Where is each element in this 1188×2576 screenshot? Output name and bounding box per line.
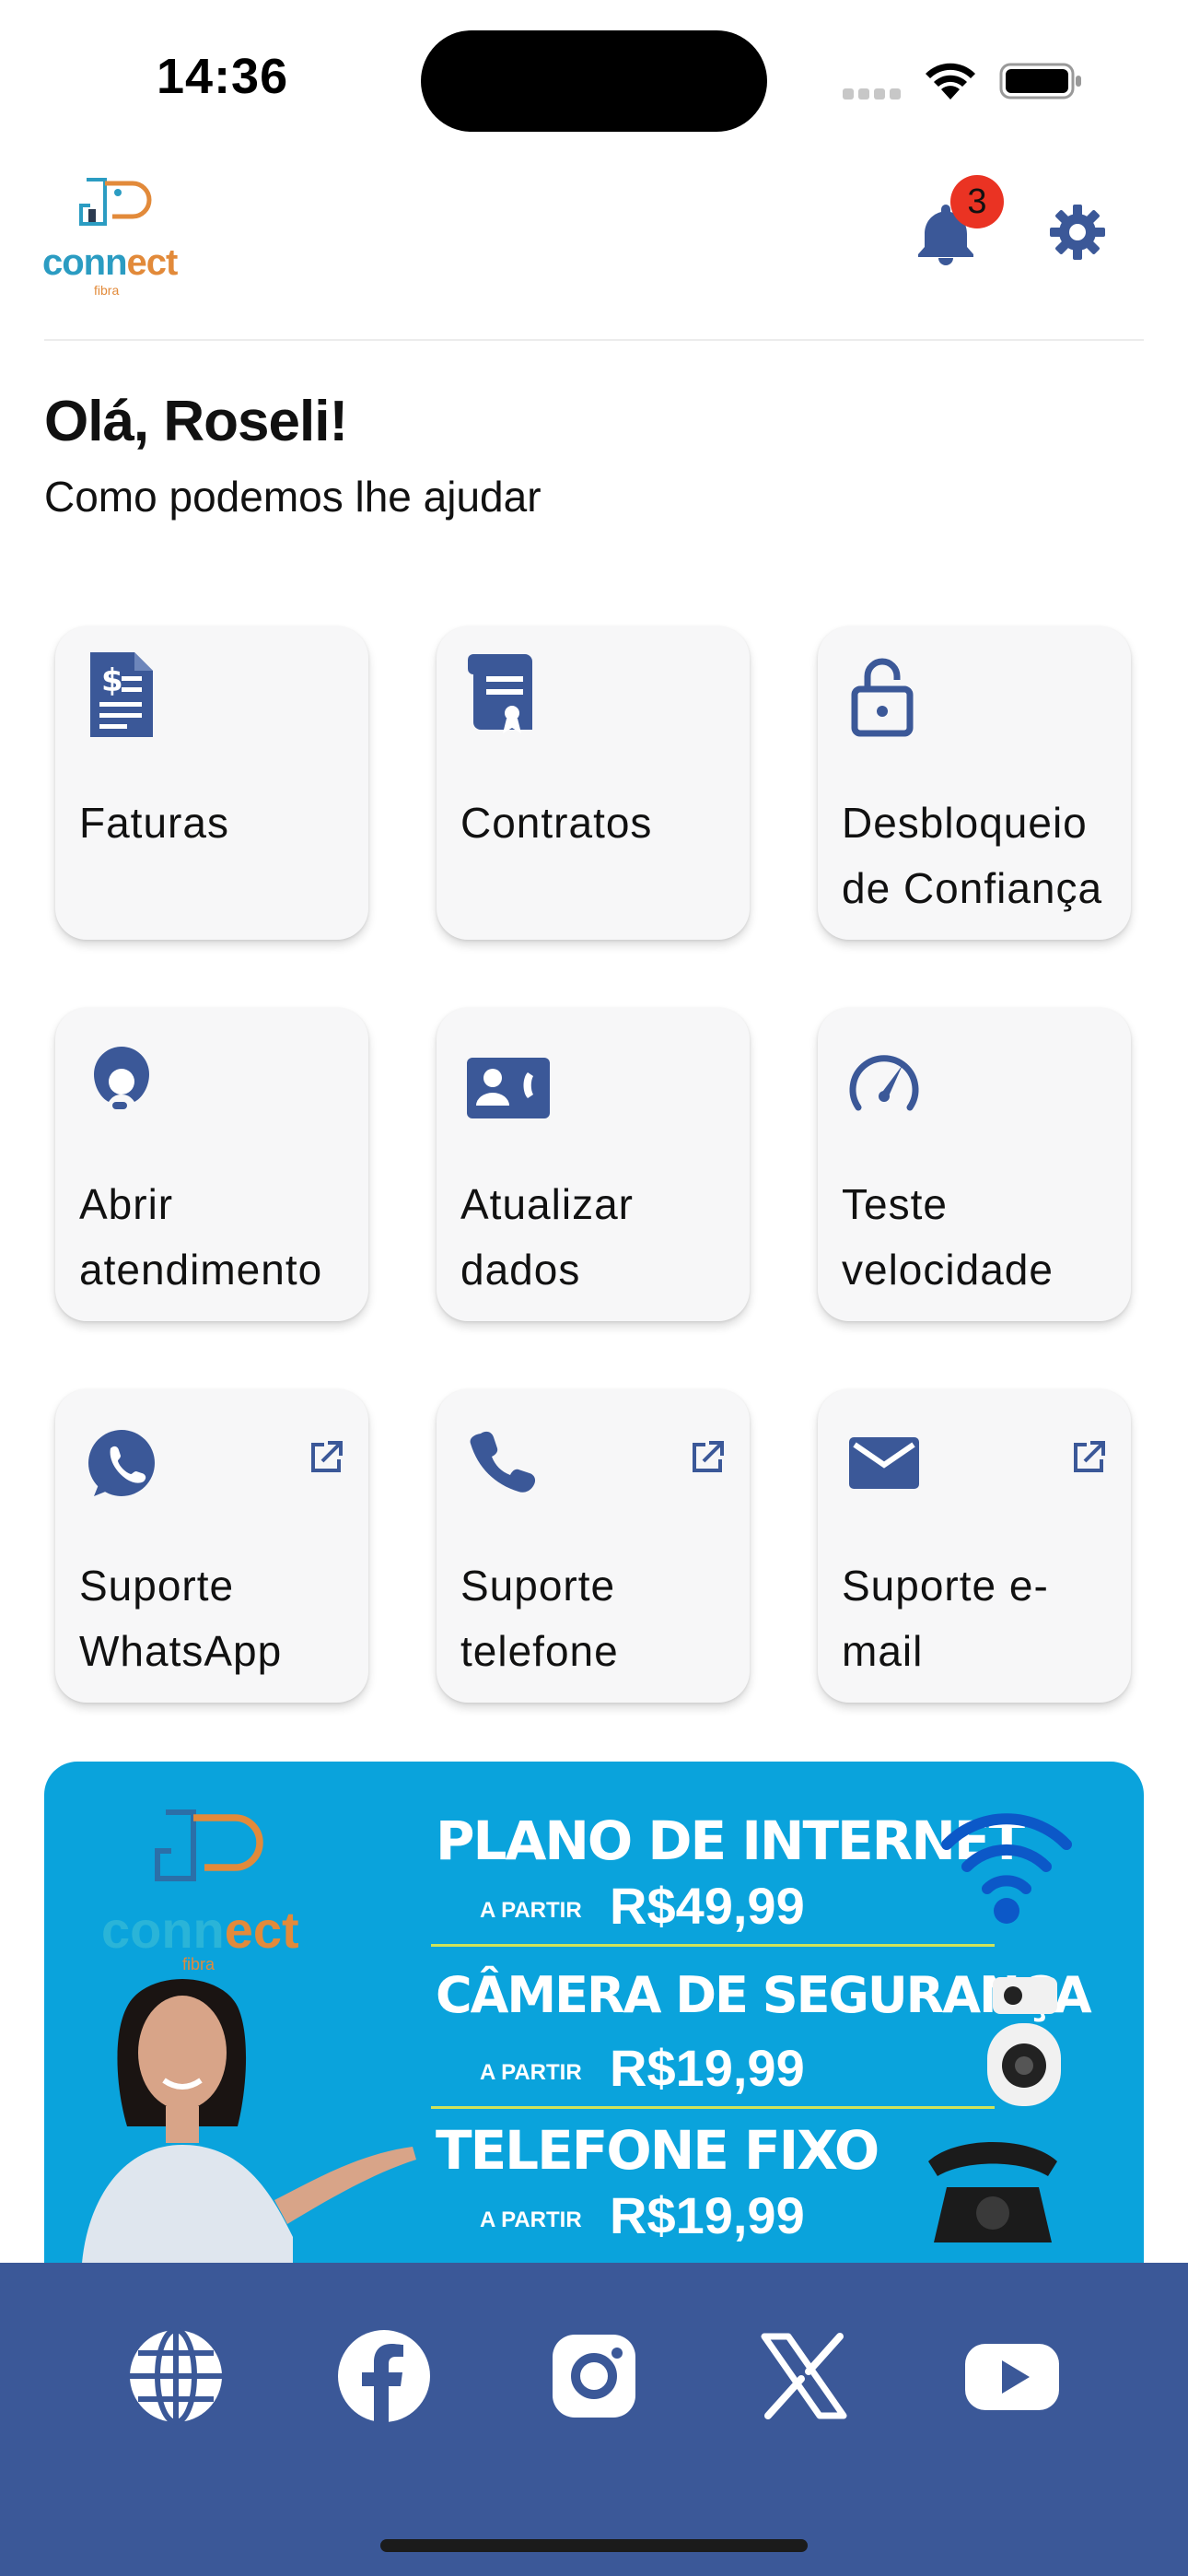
tile-faturas[interactable]: $ Faturas xyxy=(55,626,368,940)
instagram-icon[interactable] xyxy=(543,2325,645,2427)
dynamic-island xyxy=(421,30,767,132)
greeting-subtitle: Como podemos lhe ajudar xyxy=(44,473,542,521)
notification-count-badge: 3 xyxy=(950,175,1004,228)
external-link-icon xyxy=(311,1441,343,1472)
logo-wordmark: connect xyxy=(42,242,178,283)
tile-label: Faturas xyxy=(79,799,229,847)
banner-logo-wordmark: connect xyxy=(101,1901,299,1959)
status-time: 14:36 xyxy=(157,49,289,104)
header-divider xyxy=(44,339,1144,341)
email-icon xyxy=(849,1437,919,1489)
banner-plan-from: A PARTIR xyxy=(480,1898,582,1923)
banner-phone-title: TELEFONE FIXO xyxy=(436,2119,879,2182)
brand-logo[interactable]: connect fibra xyxy=(42,170,181,298)
settings-gear-icon[interactable] xyxy=(1048,203,1107,262)
contract-icon xyxy=(468,654,532,733)
tile-label: Suporte e-mail xyxy=(842,1562,1049,1675)
banner-separator xyxy=(431,1944,995,1947)
logo-subtitle: fibra xyxy=(94,283,120,298)
banner-plan-title: PLANO DE INTERNET xyxy=(436,1809,1025,1872)
contact-card-icon xyxy=(467,1058,550,1118)
tile-suporte-email[interactable]: Suporte e-mail xyxy=(818,1389,1131,1703)
tile-contratos[interactable]: Contratos xyxy=(437,626,750,940)
tile-teste-velocidade[interactable]: Teste velocidade xyxy=(818,1008,1131,1321)
external-link-icon xyxy=(693,1441,724,1472)
unlock-icon xyxy=(851,658,914,737)
banner-plan-price: R$49,99 xyxy=(610,1877,805,1935)
support-agent-icon xyxy=(94,1047,149,1109)
phone-icon xyxy=(470,1431,536,1493)
tile-label: Atualizar dados xyxy=(460,1180,634,1294)
tile-label: Contratos xyxy=(460,799,653,847)
tile-atualizar-dados[interactable]: Atualizar dados xyxy=(437,1008,750,1321)
tile-abrir-atendimento[interactable]: Abrir atendimento xyxy=(55,1008,368,1321)
external-link-icon xyxy=(1074,1441,1105,1472)
banner-camera-icon xyxy=(987,1977,1061,2106)
speedometer-icon xyxy=(849,1055,919,1111)
logo-mark-icon xyxy=(79,178,152,226)
banner-camera-price: R$19,99 xyxy=(610,2039,805,2097)
cellular-signal-icon xyxy=(843,88,905,100)
tile-suporte-telefone[interactable]: Suporte telefone xyxy=(437,1389,750,1703)
tile-suporte-whatsapp[interactable]: Suporte WhatsApp xyxy=(55,1389,368,1703)
home-indicator[interactable] xyxy=(380,2539,808,2552)
tile-label: Suporte telefone xyxy=(460,1562,619,1675)
whatsapp-icon xyxy=(88,1430,155,1496)
svg-text:$: $ xyxy=(101,662,123,699)
promo-banner[interactable]: connect fibra PLANO DE INTERNET A PARTIR… xyxy=(44,1762,1144,2277)
tile-label: Suporte WhatsApp xyxy=(79,1562,283,1675)
x-icon[interactable] xyxy=(753,2325,855,2427)
battery-icon xyxy=(999,63,1081,100)
social-footer xyxy=(0,2263,1188,2576)
wifi-icon xyxy=(926,63,975,100)
greeting-title: Olá, Roseli! xyxy=(44,390,348,453)
tile-label: Teste velocidade xyxy=(842,1180,1054,1294)
tile-label: Abrir atendimento xyxy=(79,1180,323,1294)
youtube-icon[interactable] xyxy=(961,2325,1063,2427)
status-bar: 14:36 xyxy=(0,0,1188,157)
facebook-icon[interactable] xyxy=(333,2325,435,2427)
tile-label: Desbloqueio de Confiança xyxy=(842,799,1103,912)
banner-phone-price: R$19,99 xyxy=(610,2186,805,2244)
app-header: connect fibra 3 xyxy=(0,157,1188,341)
globe-icon[interactable] xyxy=(125,2325,227,2427)
banner-phone-from: A PARTIR xyxy=(480,2207,582,2232)
invoice-icon: $ xyxy=(90,652,153,737)
tile-desbloqueio[interactable]: Desbloqueio de Confiança xyxy=(818,626,1131,940)
banner-telephone-icon xyxy=(928,2142,1057,2242)
banner-camera-from: A PARTIR xyxy=(480,2060,582,2085)
banner-separator xyxy=(431,2106,995,2109)
banner-model-illustration xyxy=(81,1979,416,2277)
banner-wifi-icon xyxy=(941,1813,1072,1924)
banner-logo-mark-icon xyxy=(155,1809,263,1881)
